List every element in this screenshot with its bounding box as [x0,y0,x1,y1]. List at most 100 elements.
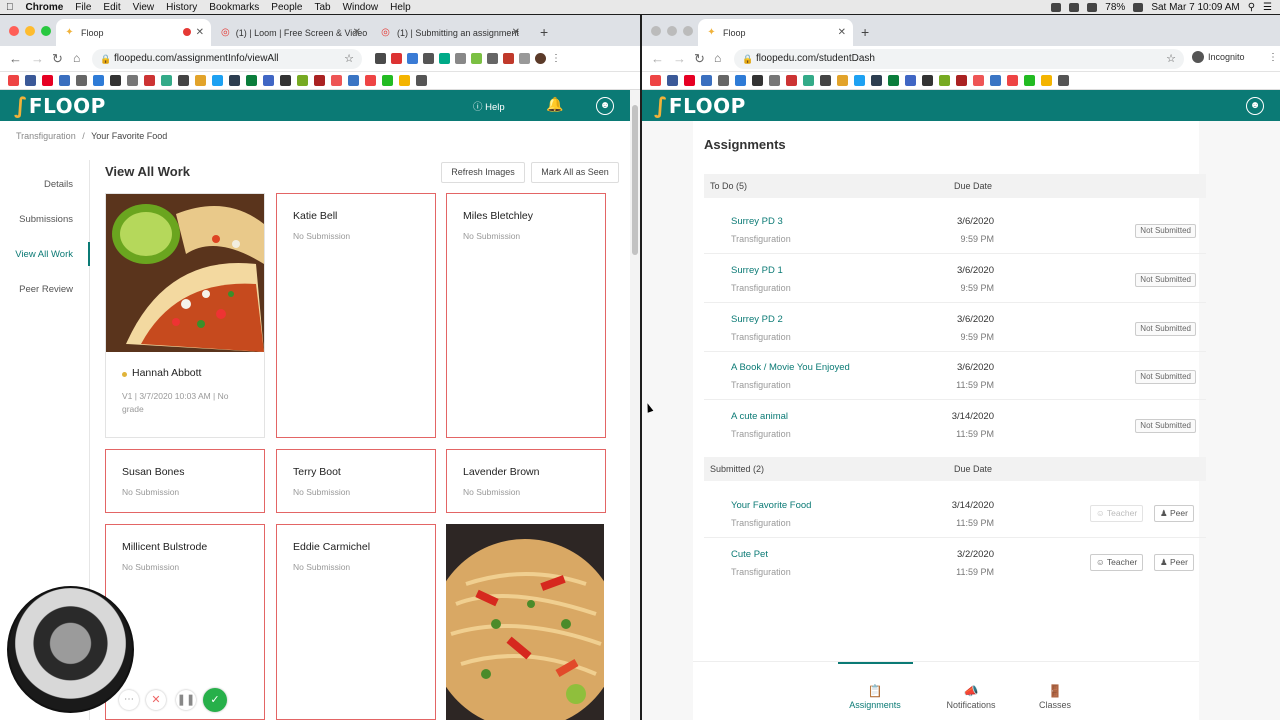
home-icon[interactable]: ⌂ [714,51,721,65]
profile-avatar[interactable] [535,53,546,64]
bookmark-icon[interactable] [803,75,814,86]
assignment-row[interactable]: Surrey PD 3 Transfiguration 3/6/2020 9:5… [704,206,1206,254]
menu-view[interactable]: View [127,2,161,13]
assignment-title[interactable]: A cute animal [731,411,788,422]
bookmark-icon[interactable] [280,75,291,86]
assignment-row[interactable]: Surrey PD 1 Transfiguration 3/6/2020 9:5… [704,255,1206,303]
bookmark-icon[interactable] [178,75,189,86]
menu-tab[interactable]: Tab [308,2,336,13]
battery-percent[interactable]: 78% [1105,2,1125,13]
close-window-button[interactable] [651,26,661,36]
bookmark-icon[interactable] [735,75,746,86]
assignment-title[interactable]: Surrey PD 1 [731,265,783,276]
extension-icon[interactable] [423,53,434,64]
submission-card[interactable]: Terry Boot No Submission [276,449,436,513]
extension-icon[interactable] [455,53,466,64]
refresh-images-button[interactable]: Refresh Images [441,162,525,183]
bookmark-icon[interactable] [246,75,257,86]
bookmark-icon[interactable] [110,75,121,86]
extension-icon[interactable] [471,53,482,64]
assignment-title[interactable]: Surrey PD 3 [731,216,783,227]
bookmark-icon[interactable] [59,75,70,86]
zoom-window-button[interactable] [41,26,51,36]
reload-icon[interactable]: ↻ [694,51,705,67]
menu-edit[interactable]: Edit [97,2,126,13]
mark-all-seen-button[interactable]: Mark All as Seen [531,162,619,183]
user-avatar-icon[interactable]: ☻ [1246,97,1264,115]
assignment-title[interactable]: Your Favorite Food [731,500,811,511]
control-center-icon[interactable]: ☰ [1263,2,1272,13]
nav-view-all-work[interactable]: View All Work [15,249,73,260]
minimize-window-button[interactable] [667,26,677,36]
bookmark-icon[interactable] [399,75,410,86]
status-icon[interactable] [1069,2,1080,12]
bookmark-icon[interactable] [667,75,678,86]
bookmark-star-icon[interactable]: ☆ [344,49,354,69]
pause-recording-icon[interactable]: ❚❚ [176,690,196,710]
microphone-icon[interactable] [1051,2,1062,12]
extension-icon[interactable] [391,53,402,64]
page-scrollbar[interactable] [630,90,640,720]
submission-card[interactable]: Susan Bones No Submission [105,449,265,513]
assignment-row[interactable]: Cute Pet Transfiguration 3/2/2020 11:59 … [704,539,1206,587]
bookmark-icon[interactable] [348,75,359,86]
bookmark-icon[interactable] [8,75,19,86]
bell-icon[interactable]: 🔔 [546,96,563,113]
bookmark-icon[interactable] [314,75,325,86]
bookmark-icon[interactable] [786,75,797,86]
submission-image[interactable] [106,194,264,352]
extension-icon[interactable] [439,53,450,64]
teacher-feedback-button[interactable]: ☺ Teacher [1090,554,1144,571]
assignment-row[interactable]: Surrey PD 2 Transfiguration 3/6/2020 9:5… [704,304,1206,352]
bookmark-icon[interactable] [650,75,661,86]
bookmark-star-icon[interactable]: ☆ [1166,49,1176,69]
zoom-window-button[interactable] [683,26,693,36]
submission-card[interactable]: Eddie Carmichel No Submission [276,524,436,720]
submission-card[interactable]: Katie Bell No Submission [276,193,436,438]
submission-card[interactable] [446,524,606,720]
menu-history[interactable]: History [160,2,203,13]
bookmark-icon[interactable] [263,75,274,86]
menu-help[interactable]: Help [384,2,417,13]
bookmark-icon[interactable] [973,75,984,86]
bookmark-icon[interactable] [144,75,155,86]
extension-icon[interactable] [375,53,386,64]
bookmark-icon[interactable] [854,75,865,86]
tab-floop[interactable]: ✦ Floop ✕ [698,19,853,46]
user-avatar-icon[interactable]: ☻ [596,97,614,115]
bookmark-icon[interactable] [820,75,831,86]
bookmark-icon[interactable] [769,75,780,86]
url-text[interactable]: floopedu.com/studentDash [756,53,875,64]
wifi-icon[interactable] [1087,2,1098,12]
bookmark-icon[interactable] [939,75,950,86]
nav-peer-review[interactable]: Peer Review [19,284,73,295]
bookmark-icon[interactable] [1058,75,1069,86]
home-icon[interactable]: ⌂ [73,51,80,65]
address-bar[interactable]: 🔒 floopedu.com/studentDash ☆ [734,49,1184,69]
bookmark-icon[interactable] [1041,75,1052,86]
address-bar[interactable]: 🔒 floopedu.com/assignmentInfo/viewAll ☆ [92,49,362,69]
spotlight-icon[interactable]: ⚲ [1248,2,1255,13]
bookmark-icon[interactable] [382,75,393,86]
bookmark-icon[interactable] [990,75,1001,86]
bookmark-icon[interactable] [1024,75,1035,86]
bookmark-icon[interactable] [1007,75,1018,86]
submission-card[interactable]: Miles Bletchley No Submission [446,193,606,438]
menu-clock[interactable]: Sat Mar 7 10:09 AM [1151,2,1239,13]
forward-icon[interactable]: → [31,51,44,66]
close-tab-icon[interactable]: ✕ [353,27,361,38]
webcam-bubble[interactable] [7,586,134,713]
extension-icon[interactable] [503,53,514,64]
finish-recording-icon[interactable]: ✓ [203,688,227,712]
bookmark-icon[interactable] [365,75,376,86]
bottom-nav-assignments[interactable]: 📋 Assignments [840,684,910,710]
incognito-indicator[interactable]: Incognito [1192,51,1245,63]
bookmark-icon[interactable] [922,75,933,86]
breadcrumb-parent[interactable]: Transfiguration [16,131,76,141]
menu-file[interactable]: File [69,2,97,13]
cancel-recording-icon[interactable]: ✕ [146,690,166,710]
bookmark-icon[interactable] [229,75,240,86]
menu-people[interactable]: People [265,2,308,13]
bookmark-icon[interactable] [956,75,967,86]
submission-card[interactable]: Lavender Brown No Submission [446,449,606,513]
